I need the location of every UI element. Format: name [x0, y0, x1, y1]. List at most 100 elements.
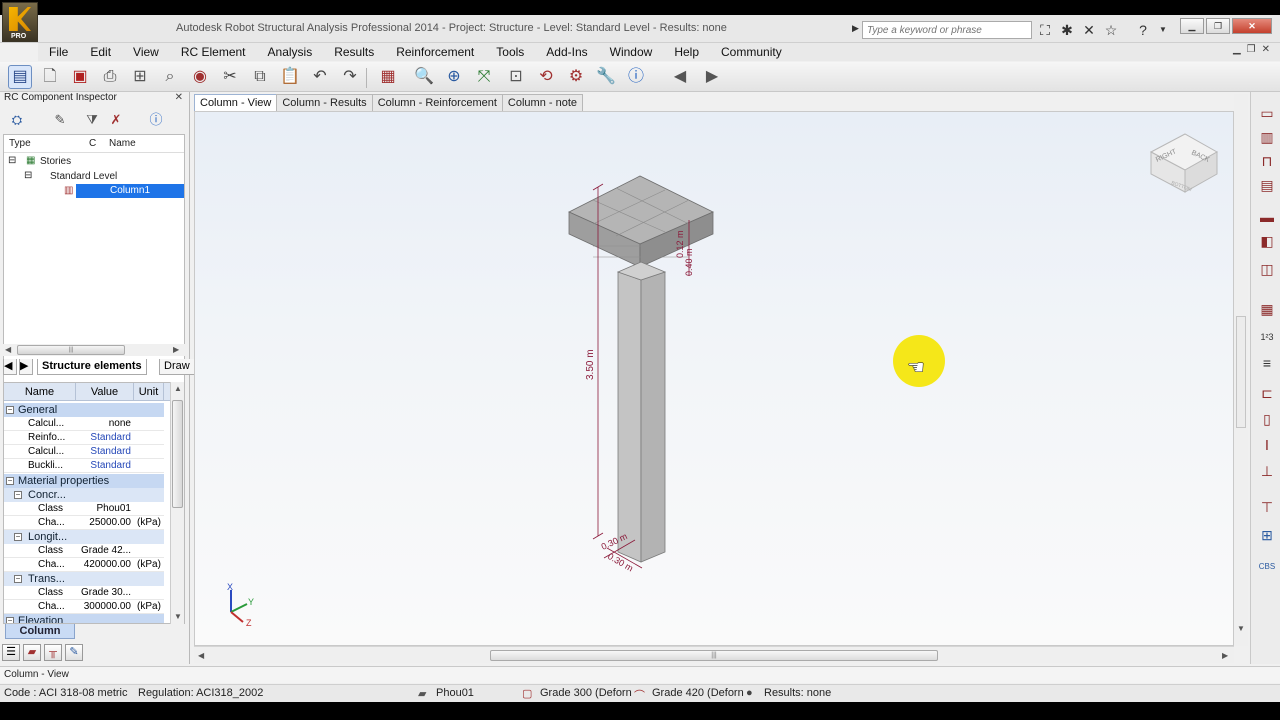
property-value[interactable]: Grade 42...	[69, 544, 133, 558]
maximize-button[interactable]: ❐	[1206, 18, 1230, 34]
property-row[interactable]: Class Grade 42...	[4, 544, 164, 558]
group-material-properties[interactable]: − Material properties	[4, 474, 164, 488]
property-value[interactable]: Standard	[69, 459, 133, 473]
new-document-icon[interactable]: 🗋	[38, 65, 62, 89]
i-beam-icon[interactable]: Ⅰ	[1255, 434, 1279, 456]
view-cube[interactable]: RIGHT BACK BOTTOM	[1149, 133, 1219, 193]
help-icon[interactable]: ?	[1134, 21, 1152, 39]
properties-vertical-scrollbar[interactable]: ▲ ▼	[170, 382, 184, 624]
menu-add-ins[interactable]: Add-Ins	[535, 45, 598, 59]
property-value[interactable]: 420000.00	[69, 558, 133, 572]
elevation-icon[interactable]: ▯	[1255, 408, 1279, 430]
property-row[interactable]: Calcul... Standard	[4, 445, 164, 459]
tree-item-column1[interactable]: Column1	[76, 184, 184, 198]
subgroup-concrete[interactable]: − Concr...	[4, 488, 164, 502]
tab-column-results[interactable]: Column - Results	[276, 94, 373, 111]
scroll-right-icon[interactable]: ▶	[173, 345, 179, 354]
undo-icon[interactable]: ↶	[308, 65, 332, 89]
numbering-icon[interactable]: 1²3	[1255, 326, 1279, 348]
list-icon[interactable]: ☰	[2, 644, 20, 661]
column-icon[interactable]: ╥	[44, 644, 62, 661]
dimension-lines-icon[interactable]: ≡	[1255, 352, 1279, 374]
prop-col-unit[interactable]: Unit	[134, 383, 164, 400]
scroll-right-icon[interactable]: ▶	[1222, 651, 1228, 660]
tab-column-view[interactable]: Column - View	[194, 94, 278, 111]
tab-scroll-right-icon[interactable]: ▶	[19, 359, 33, 375]
tab-structure-elements[interactable]: Structure elements	[37, 359, 147, 375]
menu-analysis[interactable]: Analysis	[257, 45, 324, 59]
binoculars-icon[interactable]: ⛶	[1036, 21, 1054, 39]
property-value[interactable]: 300000.00	[69, 600, 133, 614]
print-preview-icon[interactable]: ⊞	[128, 65, 152, 89]
menu-community[interactable]: Community	[710, 45, 793, 59]
view-vertical-scrollbar[interactable]: ▼	[1234, 94, 1248, 646]
tree-expand-stories-icon[interactable]: ⊟	[8, 155, 16, 166]
quick-access-arrow-icon[interactable]: ▶	[852, 23, 859, 34]
inspector-toggle-icon[interactable]: ▤	[8, 65, 32, 89]
property-row[interactable]: Buckli... Standard	[4, 459, 164, 473]
axes-icon[interactable]: ⤧	[472, 65, 496, 89]
property-value[interactable]: none	[69, 417, 133, 431]
view-frame-icon[interactable]: ⊡	[504, 65, 528, 89]
tab-scroll-left-icon[interactable]: ◀	[3, 359, 17, 375]
property-value[interactable]: Standard	[69, 445, 133, 459]
close-button[interactable]: ✕	[1232, 18, 1272, 34]
properties-scroll-thumb[interactable]	[172, 400, 183, 508]
exchange-icon[interactable]: ✕	[1080, 21, 1098, 39]
property-row[interactable]: Cha... 420000.00 (kPa)	[4, 558, 164, 572]
tools-icon[interactable]: 🔧	[594, 65, 618, 89]
menu-help[interactable]: Help	[663, 45, 710, 59]
scroll-up-icon[interactable]: ▲	[174, 384, 182, 393]
property-value[interactable]: Standard	[69, 431, 133, 445]
collapse-icon[interactable]: −	[14, 491, 22, 499]
rebar-grid-icon[interactable]: ▦	[1255, 298, 1279, 320]
tab-column-note[interactable]: Column - note	[501, 94, 583, 111]
tree-col-name[interactable]: Name	[104, 138, 184, 149]
scroll-down-icon[interactable]: ▼	[174, 612, 182, 621]
menu-window[interactable]: Window	[599, 45, 664, 59]
property-value[interactable]: Phou01	[69, 502, 133, 516]
subgroup-transversal[interactable]: − Trans...	[4, 572, 164, 586]
prop-col-name[interactable]: Name	[4, 383, 76, 400]
structure-icon[interactable]: ⛭	[5, 107, 29, 131]
view-horizontal-scrollbar[interactable]: ◀ ||| ▶	[194, 646, 1234, 663]
minimize-button[interactable]: ▁	[1180, 18, 1204, 34]
filter-icon[interactable]: ⧩	[80, 107, 104, 131]
property-row[interactable]: Class Phou01	[4, 502, 164, 516]
help-icon[interactable]: ⓘ	[624, 65, 648, 89]
menu-results[interactable]: Results	[323, 45, 385, 59]
tree-col-type[interactable]: Type	[4, 138, 84, 149]
beam-icon[interactable]: ▭	[1255, 102, 1279, 124]
view-vscroll-thumb[interactable]	[1236, 316, 1246, 428]
zoom-all-icon[interactable]: ⊕	[442, 65, 466, 89]
property-row[interactable]: Calcul... none	[4, 417, 164, 431]
wall-icon[interactable]: ▤	[1255, 174, 1279, 196]
inspector-help-icon[interactable]: ⓘ	[144, 107, 168, 131]
property-value[interactable]: Grade 30...	[69, 586, 133, 600]
screen-capture-icon[interactable]: ◉	[188, 65, 212, 89]
wall-section-icon[interactable]: ⊞	[1255, 524, 1279, 546]
menu-edit[interactable]: Edit	[79, 45, 122, 59]
collapse-icon[interactable]: −	[6, 477, 14, 485]
save-icon[interactable]: ▣	[68, 65, 92, 89]
table-icon[interactable]: ▦	[376, 65, 400, 89]
tab-column-reinforcement[interactable]: Column - Reinforcement	[371, 94, 503, 111]
previous-arrow-icon[interactable]: ◀	[668, 65, 692, 89]
scroll-down-icon[interactable]: ▼	[1237, 624, 1245, 633]
edit-element-icon[interactable]: ✎	[48, 107, 72, 131]
collapse-icon[interactable]: −	[6, 617, 14, 623]
zoom-window-icon[interactable]: 🔍	[412, 65, 436, 89]
property-row[interactable]: Cha... 300000.00 (kPa)	[4, 600, 164, 614]
column-icon[interactable]: ▥	[1255, 126, 1279, 148]
tab-draw[interactable]: Draw	[159, 359, 195, 375]
menu-tools[interactable]: Tools	[485, 45, 535, 59]
tab-column[interactable]: Column	[5, 624, 75, 639]
3d-viewport[interactable]: 3.50 m 0.12 m 0.40 m 0.30 m 0.30 m RIGHT…	[194, 111, 1234, 646]
property-row[interactable]: Reinfo... Standard	[4, 431, 164, 445]
edit-section-icon[interactable]: ✎	[65, 644, 83, 661]
tree-item-standard-level[interactable]: Standard Level	[50, 171, 117, 182]
robot-logo[interactable]: PRO	[2, 2, 38, 42]
menu-file[interactable]: File	[38, 45, 79, 59]
slab-icon[interactable]: ◧	[1255, 230, 1279, 252]
tree-scroll-thumb[interactable]: |||	[17, 345, 125, 355]
